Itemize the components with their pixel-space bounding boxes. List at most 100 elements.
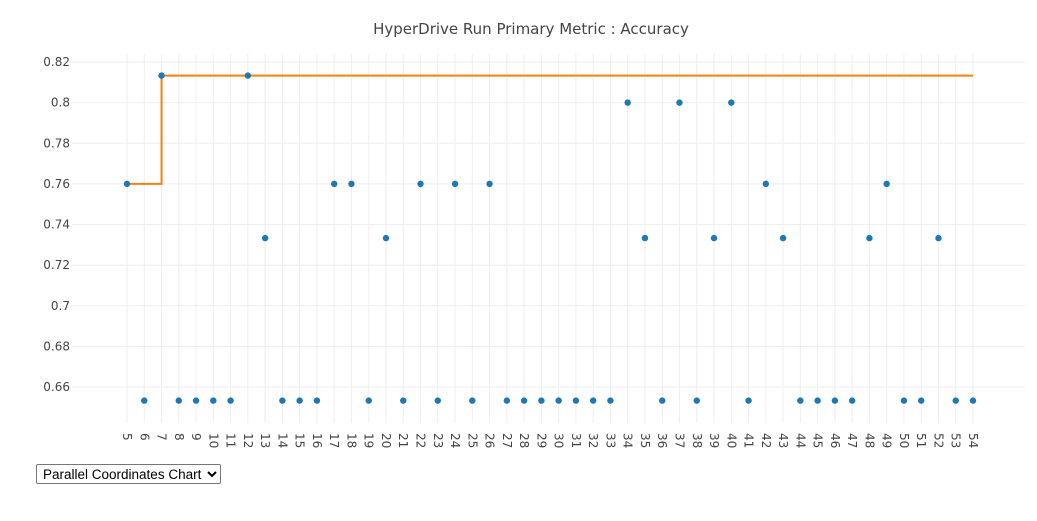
- accuracy-point: [779, 234, 787, 242]
- x-tick-label: 34: [621, 433, 635, 448]
- accuracy-point: [831, 397, 839, 404]
- x-tick-label: 38: [690, 433, 704, 448]
- x-tick-label: 8: [172, 433, 186, 441]
- accuracy-point: [261, 234, 269, 242]
- chart-type-select[interactable]: Parallel Coordinates Chart: [36, 464, 221, 484]
- x-tick-label: 42: [759, 433, 773, 448]
- accuracy-point: [503, 397, 511, 404]
- x-tick-label: 45: [811, 433, 825, 448]
- accuracy-point: [417, 180, 424, 188]
- best-accuracy-line: [127, 74, 973, 185]
- x-tick-label: 44: [793, 433, 807, 448]
- accuracy-point: [382, 234, 390, 242]
- accuracy-point: [192, 397, 200, 404]
- accuracy-point: [589, 397, 597, 404]
- accuracy-point: [607, 397, 614, 404]
- accuracy-point: [572, 397, 580, 404]
- x-tick-label: 12: [241, 433, 255, 448]
- accuracy-point: [676, 99, 683, 106]
- x-tick-label: 29: [534, 433, 548, 448]
- x-tick-label: 31: [569, 433, 583, 448]
- x-tick-label: 27: [500, 433, 514, 448]
- x-tick-label: 35: [638, 433, 652, 448]
- x-tick-label: 30: [552, 433, 566, 448]
- x-tick-label: 25: [465, 433, 479, 448]
- accuracy-chart: HyperDrive Run Primary Metric : Accuracy…: [0, 0, 1037, 460]
- x-tick-label: 6: [137, 433, 151, 441]
- x-tick-label: 24: [448, 433, 462, 448]
- accuracy-point: [313, 397, 321, 404]
- accuracy-point: [296, 397, 303, 404]
- x-tick-label: 33: [603, 433, 617, 448]
- y-tick-label: 0.74: [43, 218, 70, 232]
- accuracy-point: [624, 99, 631, 106]
- accuracy-point: [710, 234, 718, 242]
- accuracy-point: [762, 180, 770, 188]
- x-tick-label: 10: [206, 433, 220, 448]
- x-tick-label: 5: [120, 433, 134, 441]
- x-tick-label: 49: [880, 433, 894, 448]
- accuracy-point: [659, 397, 666, 404]
- accuracy-point: [210, 397, 217, 404]
- y-tick-label: 0.76: [43, 177, 70, 191]
- chart-title: HyperDrive Run Primary Metric : Accuracy: [373, 20, 689, 38]
- accuracy-points-layer: [123, 72, 977, 404]
- best-accuracy-line-layer: [127, 74, 973, 185]
- x-tick-label: 22: [414, 433, 428, 448]
- accuracy-point: [279, 397, 286, 404]
- x-tick-label: 26: [483, 433, 497, 448]
- accuracy-point: [814, 397, 821, 404]
- accuracy-point: [365, 397, 372, 404]
- y-tick-label: 0.66: [43, 380, 70, 394]
- y-tick-label: 0.7: [51, 299, 70, 313]
- x-tick-label: 7: [155, 433, 169, 441]
- accuracy-point: [158, 72, 165, 79]
- x-tick-label: 11: [224, 433, 238, 448]
- accuracy-point: [935, 234, 942, 242]
- accuracy-point: [486, 180, 493, 188]
- x-tick-label: 37: [672, 433, 686, 448]
- accuracy-point: [745, 397, 752, 404]
- x-tick-label: 32: [586, 433, 600, 448]
- x-tick-label: 15: [293, 433, 307, 448]
- accuracy-point: [883, 180, 890, 188]
- y-tick-label: 0.8: [51, 96, 70, 110]
- y-tick-label: 0.82: [43, 55, 70, 69]
- accuracy-point: [555, 397, 562, 404]
- x-axis-ticks: 5 6 7 8 9 10 11 12 13 14 15 16 17 18 19 20 21 22 23 24 25 26 2…: [120, 433, 980, 448]
- x-tick-label: 19: [362, 433, 376, 448]
- x-tick-label: 43: [776, 433, 790, 448]
- accuracy-point: [952, 397, 959, 404]
- accuracy-point: [918, 397, 925, 404]
- x-tick-label: 21: [396, 433, 410, 448]
- x-tick-label: 41: [742, 433, 756, 448]
- accuracy-point: [641, 234, 649, 242]
- accuracy-point: [451, 180, 459, 188]
- x-tick-label: 20: [379, 433, 393, 448]
- accuracy-point: [434, 397, 441, 404]
- accuracy-point: [175, 397, 182, 404]
- accuracy-point: [244, 72, 252, 79]
- x-tick-label: 53: [949, 433, 963, 448]
- accuracy-point: [728, 99, 735, 106]
- accuracy-point: [520, 397, 528, 404]
- x-tick-label: 50: [897, 433, 911, 448]
- x-tick-label: 54: [966, 433, 980, 448]
- y-tick-label: 0.72: [43, 258, 70, 272]
- accuracy-point: [969, 397, 977, 404]
- x-tick-label: 51: [914, 433, 928, 448]
- x-tick-label: 14: [275, 433, 289, 448]
- accuracy-point: [866, 234, 873, 242]
- accuracy-point: [330, 180, 338, 188]
- x-tick-label: 9: [189, 433, 203, 441]
- accuracy-point: [538, 397, 545, 404]
- accuracy-point: [141, 397, 148, 404]
- x-tick-label: 46: [828, 433, 842, 448]
- x-tick-label: 52: [931, 433, 945, 448]
- x-tick-label: 47: [845, 433, 859, 448]
- x-tick-label: 16: [310, 433, 324, 448]
- grid-layer: [72, 54, 1025, 423]
- x-tick-label: 23: [431, 433, 445, 448]
- accuracy-point: [123, 180, 131, 188]
- y-axis-ticks: 0.66 0.68 0.7 0.72 0.74 0.76 0.78 0.8 0.82: [43, 55, 70, 394]
